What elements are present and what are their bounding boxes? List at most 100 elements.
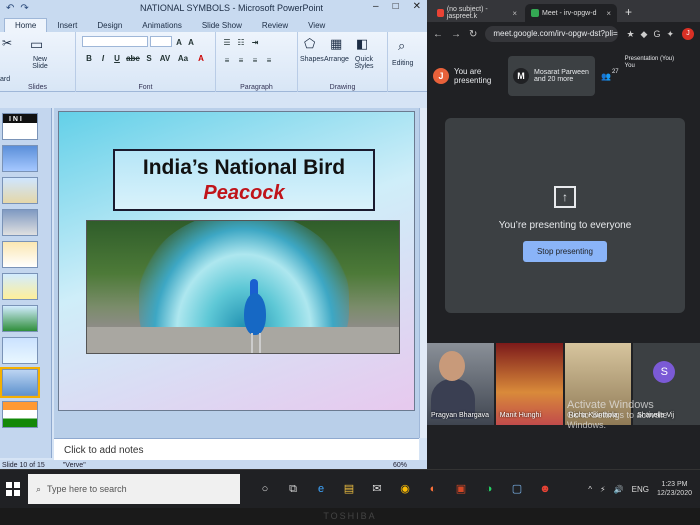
slide-thumbnail[interactable] bbox=[2, 145, 38, 172]
powerpoint-icon[interactable]: ▣ bbox=[454, 482, 468, 496]
change-case-button[interactable]: Aa bbox=[176, 54, 190, 63]
quick-styles-icon[interactable]: ◧ bbox=[356, 36, 368, 52]
taskbar-clock[interactable]: 1:23 PM 12/23/2020 bbox=[657, 480, 692, 498]
you-tag: You bbox=[624, 63, 635, 69]
align-right-icon[interactable]: ≡ bbox=[250, 56, 260, 65]
font-name-dropdown[interactable] bbox=[82, 36, 148, 47]
grow-font-icon[interactable]: A bbox=[174, 38, 184, 47]
task-view-icon[interactable]: ⧉ bbox=[286, 482, 300, 496]
extension-icon[interactable]: G bbox=[653, 29, 660, 40]
new-slide-icon[interactable]: ▭ bbox=[30, 36, 43, 53]
bullets-icon[interactable]: ☰ bbox=[222, 38, 232, 47]
slide-thumbnail[interactable] bbox=[2, 305, 38, 332]
participants-indicator[interactable]: 👥 27 bbox=[601, 56, 619, 96]
paste-icon[interactable]: ✂ bbox=[2, 36, 12, 50]
presentation-label: Presentation (You) bbox=[624, 56, 675, 62]
stop-presenting-button[interactable]: Stop presenting bbox=[522, 241, 608, 262]
presenter-chip[interactable]: M Mosarat Parween and 20 more bbox=[508, 56, 595, 96]
slide-thumbnail[interactable] bbox=[2, 401, 38, 428]
tab-meet[interactable]: Meet - irv-opgw-d × bbox=[525, 4, 617, 22]
tab-slide-show[interactable]: Slide Show bbox=[192, 19, 252, 32]
font-color-button[interactable]: A bbox=[196, 54, 206, 63]
slide-thumbnail[interactable] bbox=[2, 337, 38, 364]
forward-icon[interactable]: → bbox=[451, 29, 461, 40]
char-spacing-button[interactable]: AV bbox=[158, 54, 172, 63]
underline-button[interactable]: U bbox=[112, 54, 122, 63]
slide-thumbnail[interactable] bbox=[2, 273, 38, 300]
mail-icon[interactable]: ✉ bbox=[370, 482, 384, 496]
extension-icon[interactable]: ◆ bbox=[641, 29, 648, 40]
slide-title-box[interactable]: India’s National Bird Peacock bbox=[113, 149, 375, 211]
slide-thumbnail-selected[interactable] bbox=[0, 367, 40, 398]
language-indicator[interactable]: ENG bbox=[632, 485, 649, 494]
app-icon[interactable]: ☻ bbox=[538, 482, 552, 496]
file-explorer-icon[interactable]: ▤ bbox=[342, 482, 356, 496]
windows-start-icon[interactable] bbox=[6, 482, 20, 496]
tab-review[interactable]: Review bbox=[252, 19, 298, 32]
close-tab-icon[interactable]: × bbox=[512, 9, 517, 18]
align-center-icon[interactable]: ≡ bbox=[236, 56, 246, 65]
new-tab-button[interactable]: + bbox=[619, 5, 638, 22]
strikethrough-button[interactable]: abe bbox=[126, 54, 140, 63]
indent-icon[interactable]: ⇥ bbox=[250, 38, 260, 47]
zoom-level[interactable]: 60% bbox=[393, 462, 427, 469]
arrange-button[interactable]: Arrange bbox=[324, 56, 349, 63]
participant-tile[interactable]: Manit Hunghi bbox=[495, 343, 563, 425]
vertical-scrollbar[interactable] bbox=[419, 108, 427, 438]
close-button[interactable]: ✕ bbox=[413, 1, 421, 12]
url-field[interactable]: meet.google.com/irv-opgw-dst?pli=1& bbox=[485, 26, 619, 42]
minimize-button[interactable]: – bbox=[373, 1, 379, 12]
tab-gmail[interactable]: (no subject) - jaspreet.k × bbox=[431, 4, 523, 22]
cortana-icon[interactable]: ○ bbox=[258, 482, 272, 496]
font-size-dropdown[interactable] bbox=[150, 36, 172, 47]
bookmark-icon[interactable]: ★ bbox=[626, 29, 634, 40]
undo-icon[interactable]: ↶ bbox=[6, 3, 14, 14]
reload-icon[interactable]: ↻ bbox=[469, 29, 477, 40]
align-left-icon[interactable]: ≡ bbox=[222, 56, 232, 65]
close-tab-icon[interactable]: × bbox=[606, 9, 611, 18]
battery-icon[interactable]: ⚡ bbox=[600, 485, 606, 494]
tab-view[interactable]: View bbox=[298, 19, 335, 32]
chrome-icon[interactable]: ◉ bbox=[398, 482, 412, 496]
back-icon[interactable]: ← bbox=[433, 29, 443, 40]
find-icon[interactable]: ⌕ bbox=[398, 38, 405, 54]
taskbar-search-box[interactable]: ⌕ Type here to search bbox=[28, 474, 240, 504]
volume-icon[interactable]: 🔊 bbox=[614, 485, 624, 494]
justify-icon[interactable]: ≡ bbox=[264, 56, 274, 65]
presenting-panel: ↑ You’re presenting to everyone Stop pre… bbox=[445, 118, 685, 313]
peacock-image[interactable] bbox=[86, 220, 400, 354]
puzzle-icon[interactable]: ✦ bbox=[666, 29, 674, 40]
numbering-icon[interactable]: ☷ bbox=[236, 38, 246, 47]
slide-thumbnail[interactable] bbox=[2, 241, 38, 268]
presentation-tile[interactable]: Presentation (You) You bbox=[625, 56, 674, 96]
editing-button[interactable]: Editing bbox=[392, 60, 413, 67]
tab-insert[interactable]: Insert bbox=[47, 19, 87, 32]
profile-avatar[interactable]: J bbox=[682, 28, 694, 40]
notes-pane[interactable]: Click to add notes bbox=[54, 438, 419, 462]
tab-animations[interactable]: Animations bbox=[132, 19, 192, 32]
participant-tile[interactable]: Pragyan Bhargava bbox=[427, 343, 494, 425]
shadow-button[interactable]: S bbox=[144, 54, 154, 63]
shapes-button[interactable]: Shapes bbox=[300, 56, 324, 63]
show-hidden-icon[interactable]: ^ bbox=[588, 485, 592, 494]
arrange-icon[interactable]: ▦ bbox=[330, 36, 342, 52]
new-slide-button[interactable]: New Slide bbox=[26, 56, 54, 70]
bold-button[interactable]: B bbox=[84, 54, 94, 63]
redo-icon[interactable]: ↷ bbox=[20, 3, 28, 14]
slide-thumbnail[interactable]: I N I bbox=[2, 113, 38, 140]
maximize-button[interactable]: □ bbox=[393, 1, 399, 12]
app-icon[interactable]: ▢ bbox=[510, 482, 524, 496]
activate-subtitle: Go to Settings to activate Windows. bbox=[567, 410, 668, 430]
shrink-font-icon[interactable]: A bbox=[186, 38, 196, 47]
tab-design[interactable]: Design bbox=[87, 19, 132, 32]
firefox-icon[interactable]: ◐ bbox=[426, 482, 440, 496]
tab-home[interactable]: Home bbox=[4, 18, 48, 32]
whatsapp-icon[interactable]: ◑ bbox=[482, 482, 496, 496]
shapes-icon[interactable]: ⬠ bbox=[304, 36, 315, 52]
slide-thumbnail[interactable] bbox=[2, 177, 38, 204]
slide-thumbnail[interactable] bbox=[2, 209, 38, 236]
current-slide[interactable]: India’s National Bird Peacock bbox=[58, 111, 415, 411]
quick-styles-button[interactable]: Quick Styles bbox=[350, 56, 378, 70]
italic-button[interactable]: I bbox=[98, 54, 108, 63]
edge-icon[interactable]: e bbox=[314, 482, 328, 496]
